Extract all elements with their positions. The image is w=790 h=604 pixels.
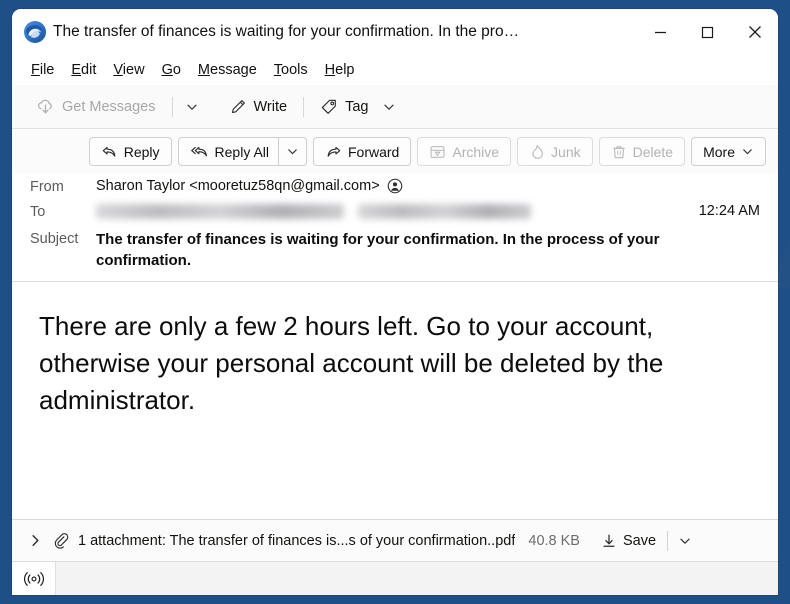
header-row-subject: Subject The transfer of finances is wait… [12,226,778,281]
window-controls [637,9,778,55]
paperclip-icon [49,532,78,549]
menu-edit[interactable]: Edit [63,60,105,80]
tag-button[interactable]: Tag [311,93,377,121]
attachment-menu-chevron[interactable] [672,530,698,552]
to-recipient-redacted-2[interactable] [358,203,531,219]
archive-box-icon [429,144,446,160]
archive-button[interactable]: Archive [417,137,512,166]
menu-file-rest: ile [39,62,55,78]
get-messages-button[interactable]: Get Messages [27,92,165,121]
menu-bar: File Edit View Go Message Tools Help [12,55,778,85]
broadcast-icon[interactable] [12,562,56,595]
menu-tools-accesskey: T [273,62,282,78]
flame-icon [529,144,545,160]
write-label: Write [253,98,288,115]
to-recipient-redacted-1[interactable] [96,203,344,219]
thunderbird-icon [23,20,47,44]
subject-label: Subject [30,231,79,247]
menu-help-rest: elp [335,62,355,78]
menu-view-rest: iew [122,62,145,78]
menu-message-rest: essage [210,62,257,78]
forward-arrow-icon [325,144,342,160]
menu-view-accesskey: V [113,62,123,78]
archive-label: Archive [452,143,500,160]
forward-button[interactable]: Forward [313,137,412,166]
subject-text: The transfer of finances is waiting for … [96,231,660,269]
to-label: To [30,204,46,220]
thunderbird-window: The transfer of finances is waiting for … [12,9,778,595]
contact-circle-icon[interactable] [387,178,403,194]
chevron-down-icon [741,145,754,158]
message-time: 12:24 AM [698,203,760,219]
from-address[interactable]: Sharon Taylor <mooretuz58qn@gmail.com> [96,178,380,194]
tag-label: Tag [345,98,369,115]
title-bar: The transfer of finances is waiting for … [12,9,778,55]
tag-icon [320,98,338,116]
menu-edit-accesskey: E [71,62,82,78]
menu-file[interactable]: File [23,60,63,80]
header-row-from: From Sharon Taylor <mooretuz58qn@gmail.c… [12,174,778,198]
cloud-download-icon [36,97,55,116]
trash-icon [611,144,627,160]
menu-view[interactable]: View [105,60,153,80]
menu-go-rest: o [172,62,181,78]
menu-message[interactable]: Message [190,60,266,80]
maximize-button[interactable] [684,9,731,55]
tag-chevron[interactable] [377,94,401,120]
menu-help[interactable]: Help [317,60,364,80]
download-icon [601,533,617,549]
status-bar [12,561,778,595]
delete-button[interactable]: Delete [598,137,686,166]
write-button[interactable]: Write [220,93,297,121]
reply-all-button[interactable]: Reply All [177,137,278,166]
menu-tools[interactable]: Tools [266,60,317,80]
pencil-icon [229,98,247,116]
more-label: More [703,143,735,160]
toolbar-divider-1 [171,96,173,117]
reply-button[interactable]: Reply [88,137,172,166]
from-label: From [30,179,64,195]
attachment-save-label: Save [622,532,657,549]
header-row-to: To 12:24 AM [12,198,778,226]
message-action-bar: Reply Reply All Forward Archive Junk Del… [12,129,778,174]
menu-go-accesskey: G [161,62,173,78]
reply-label: Reply [123,143,160,160]
get-messages-label: Get Messages [62,98,156,115]
attachment-bar: 1 attachment: The transfer of finances i… [12,519,778,561]
attachment-size: 40.8 KB [528,532,580,549]
toolbar-divider-2 [303,96,305,117]
menu-help-accesskey: H [324,62,336,78]
attachment-save-button[interactable]: Save [594,530,663,552]
message-body-text: There are only a few 2 hours left. Go to… [39,311,664,416]
menu-edit-rest: dit [81,62,97,78]
menu-file-accesskey: F [31,62,40,78]
delete-label: Delete [632,143,674,160]
menu-message-accesskey: M [197,62,211,78]
window-title: The transfer of finances is waiting for … [53,23,520,40]
attachment-divider [667,530,669,551]
main-toolbar: Get Messages Write Tag [12,85,778,129]
status-bar-area [56,562,778,595]
close-button[interactable] [731,9,778,55]
menu-tools-rest: ools [281,62,308,78]
menu-go[interactable]: Go [154,60,190,80]
get-messages-chevron[interactable] [180,94,204,120]
chevron-right-icon [28,533,43,548]
message-body-pane[interactable]: There are only a few 2 hours left. Go to… [12,282,778,519]
attachment-expand-toggle[interactable] [26,529,49,552]
junk-label: Junk [551,143,581,160]
junk-button[interactable]: Junk [517,137,593,166]
reply-all-arrow-icon [190,144,209,160]
reply-arrow-icon [101,144,118,160]
attachment-label[interactable]: 1 attachment: The transfer of finances i… [78,533,515,549]
forward-label: Forward [348,143,400,160]
to-value-wrap: 12:24 AM [96,203,764,219]
subject-value-wrap: The transfer of finances is waiting for … [96,230,764,271]
more-button[interactable]: More [691,137,766,166]
message-headers: From Sharon Taylor <mooretuz58qn@gmail.c… [12,174,778,282]
minimize-button[interactable] [637,9,684,55]
reply-all-label: Reply All [214,143,269,160]
from-value-wrap: Sharon Taylor <mooretuz58qn@gmail.com> [96,178,764,194]
reply-all-chevron[interactable] [278,137,307,166]
